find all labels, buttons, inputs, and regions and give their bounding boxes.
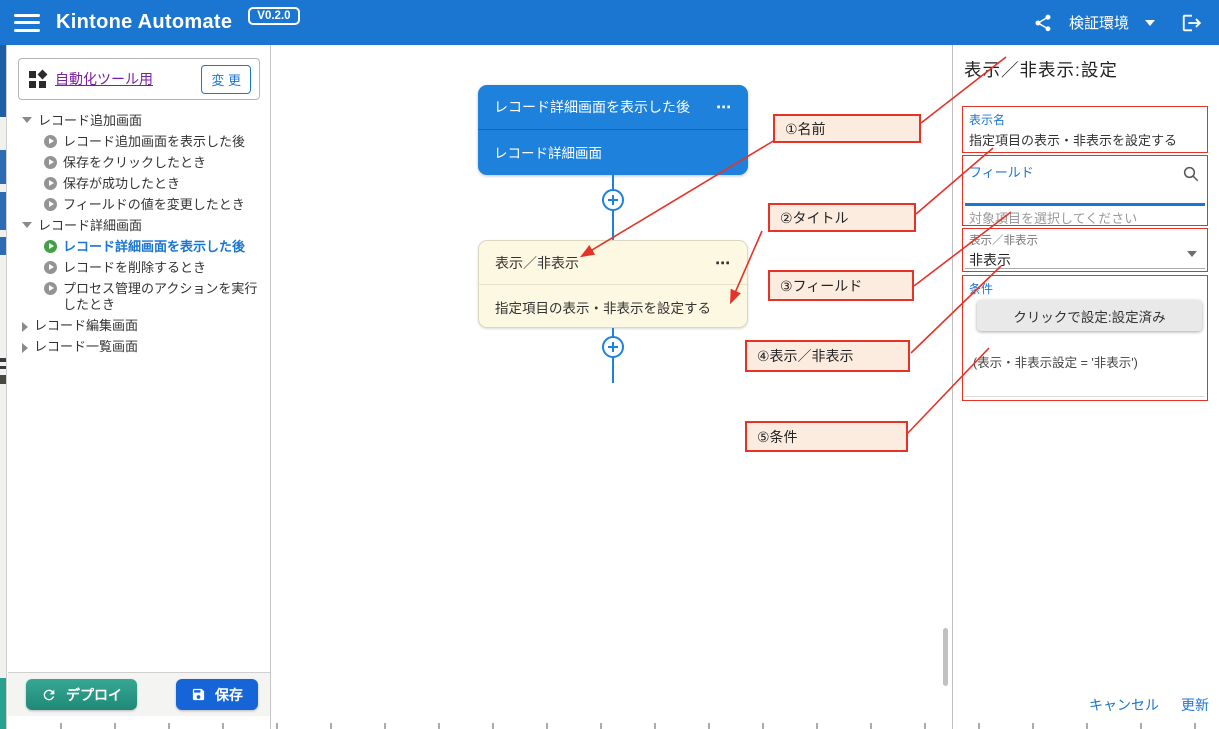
deploy-button-label: デプロイ (66, 685, 122, 705)
tree-item-label: 保存をクリックしたとき (63, 155, 206, 171)
sidebar-footer: デプロイ 保存 (8, 672, 270, 716)
environment-selector[interactable]: 検証環境 (1069, 12, 1129, 33)
event-icon (44, 261, 57, 274)
condition-summary: (表示・非表示設定 = '非表示') (973, 352, 1138, 371)
kintone-app-icon (29, 71, 46, 88)
field-selector: フィールド 対象項目を選択してください (962, 155, 1208, 226)
top-header: Kintone Automate V0.2.0 検証環境 (0, 0, 1219, 45)
scrollbar-thumb[interactable] (943, 628, 948, 686)
chevron-right-icon (22, 343, 28, 353)
condition-section: 条件 クリックで設定:設定済み (表示・非表示設定 = '非表示') (962, 275, 1208, 401)
refresh-icon (41, 687, 57, 703)
app-root: Kintone Automate V0.2.0 検証環境 自動化ツール用 (0, 0, 1219, 729)
panel-title: 表示／非表示:設定 (964, 57, 1118, 82)
panel-actions: キャンセル 更新 (1089, 695, 1209, 715)
chevron-down-icon (22, 117, 32, 123)
share-icon[interactable] (1033, 13, 1053, 33)
condition-set-button[interactable]: クリックで設定:設定済み (977, 300, 1202, 331)
tree-group-label: レコード詳細画面 (38, 218, 142, 234)
sidebar: 自動化ツール用 変 更 レコード追加画面 レコード追加画面を表示した後 保存をク… (8, 45, 271, 729)
app-name-link[interactable]: 自動化ツール用 (55, 69, 153, 89)
node-subtitle: 指定項目の表示・非表示を設定する (479, 285, 747, 328)
select-underline (965, 268, 1205, 269)
tree-item-save-succeeded[interactable]: 保存が成功したとき (22, 173, 264, 194)
update-button[interactable]: 更新 (1181, 695, 1209, 715)
logout-icon[interactable] (1181, 12, 1203, 34)
flow-node-trigger[interactable]: レコード詳細画面を表示した後 ⋯ レコード詳細画面 (478, 85, 748, 175)
annotation-3-field: ③フィールド (768, 270, 914, 301)
tree-item-record-detail-shown[interactable]: レコード詳細画面を表示した後 (22, 236, 264, 257)
tree-item-field-changed[interactable]: フィールドの値を変更したとき (22, 194, 264, 215)
display-name-value[interactable]: 指定項目の表示・非表示を設定する (963, 128, 1207, 149)
divider (965, 396, 1205, 397)
version-badge: V0.2.0 (248, 7, 299, 25)
tree-group-label: レコード一覧画面 (34, 339, 138, 355)
annotation-1-name: ①名前 (773, 114, 921, 143)
node-title: レコード詳細画面を表示した後 (494, 97, 690, 117)
search-icon[interactable] (1182, 165, 1200, 188)
flow-node-action[interactable]: 表示／非表示 ⋯ 指定項目の表示・非表示を設定する (478, 240, 748, 328)
visibility-select[interactable]: 表示／非表示 非表示 (962, 228, 1208, 272)
display-name-field: 表示名 指定項目の表示・非表示を設定する (962, 106, 1208, 153)
visibility-value[interactable]: 非表示 (963, 248, 1207, 270)
annotation-5-condition: ⑤条件 (745, 421, 908, 452)
visibility-label: 表示／非表示 (963, 229, 1207, 248)
more-options-icon[interactable]: ⋯ (716, 98, 732, 116)
tree-item-label: 保存が成功したとき (63, 176, 180, 192)
save-button[interactable]: 保存 (176, 679, 258, 710)
tree-item-label: フィールドの値を変更したとき (63, 197, 245, 213)
chevron-right-icon (22, 322, 28, 332)
event-tree: レコード追加画面 レコード追加画面を表示した後 保存をクリックしたとき 保存が成… (8, 106, 270, 357)
add-step-button[interactable] (602, 336, 624, 358)
tree-item-label: レコード追加画面を表示した後 (63, 134, 245, 150)
event-icon (44, 282, 57, 295)
tree-item-record-delete[interactable]: レコードを削除するとき (22, 257, 264, 278)
condition-label: 条件 (963, 276, 1207, 297)
tree-item-save-clicked[interactable]: 保存をクリックしたとき (22, 152, 264, 173)
event-icon (44, 156, 57, 169)
flow-canvas: レコード詳細画面を表示した後 ⋯ レコード詳細画面 表示／非表示 ⋯ 指定項目の… (271, 45, 952, 729)
annotation-2-title: ②タイトル (768, 203, 916, 232)
cancel-button[interactable]: キャンセル (1089, 695, 1159, 715)
app-selector: 自動化ツール用 変 更 (18, 58, 260, 100)
chevron-down-icon (22, 222, 32, 228)
tree-group-label: レコード編集画面 (34, 318, 138, 334)
add-step-button[interactable] (602, 189, 624, 211)
annotation-4-visibility: ④表示／非表示 (745, 340, 910, 372)
dropdown-caret-icon[interactable] (1187, 251, 1197, 257)
tree-group-record-add[interactable]: レコード追加画面 (22, 110, 264, 131)
settings-panel: 表示／非表示:設定 表示名 指定項目の表示・非表示を設定する フィールド 対象項… (952, 45, 1219, 729)
node-title: 表示／非表示 (495, 253, 579, 273)
tree-item-process-action[interactable]: プロセス管理のアクションを実行したとき (22, 278, 264, 315)
tree-group-record-edit[interactable]: レコード編集画面 (22, 315, 264, 336)
deploy-button[interactable]: デプロイ (26, 679, 137, 710)
node-subtitle: レコード詳細画面 (478, 130, 748, 174)
tree-item-record-add-shown[interactable]: レコード追加画面を表示した後 (22, 131, 264, 152)
chevron-down-icon[interactable] (1145, 20, 1155, 26)
event-icon-active (44, 240, 57, 253)
tree-item-label: レコード詳細画面を表示した後 (63, 239, 245, 255)
app-title: Kintone Automate (56, 11, 232, 34)
save-icon (191, 687, 206, 702)
tree-item-label: レコードを削除するとき (63, 260, 206, 276)
tree-item-label: プロセス管理のアクションを実行したとき (63, 281, 264, 313)
field-label: フィールド (963, 156, 1207, 181)
display-name-label: 表示名 (963, 107, 1207, 128)
tree-group-record-list[interactable]: レコード一覧画面 (22, 336, 264, 357)
save-button-label: 保存 (215, 685, 243, 705)
ruler-ticks (8, 723, 1219, 729)
event-icon (44, 198, 57, 211)
tree-group-record-detail[interactable]: レコード詳細画面 (22, 215, 264, 236)
field-placeholder: 対象項目を選択してください (969, 208, 1137, 227)
event-icon (44, 177, 57, 190)
tree-group-label: レコード追加画面 (38, 113, 142, 129)
event-icon (44, 135, 57, 148)
menu-button[interactable] (14, 13, 40, 33)
change-app-button[interactable]: 変 更 (201, 65, 251, 94)
window-edge-strip (0, 45, 7, 729)
field-input[interactable] (965, 203, 1205, 206)
more-options-icon[interactable]: ⋯ (715, 254, 731, 272)
